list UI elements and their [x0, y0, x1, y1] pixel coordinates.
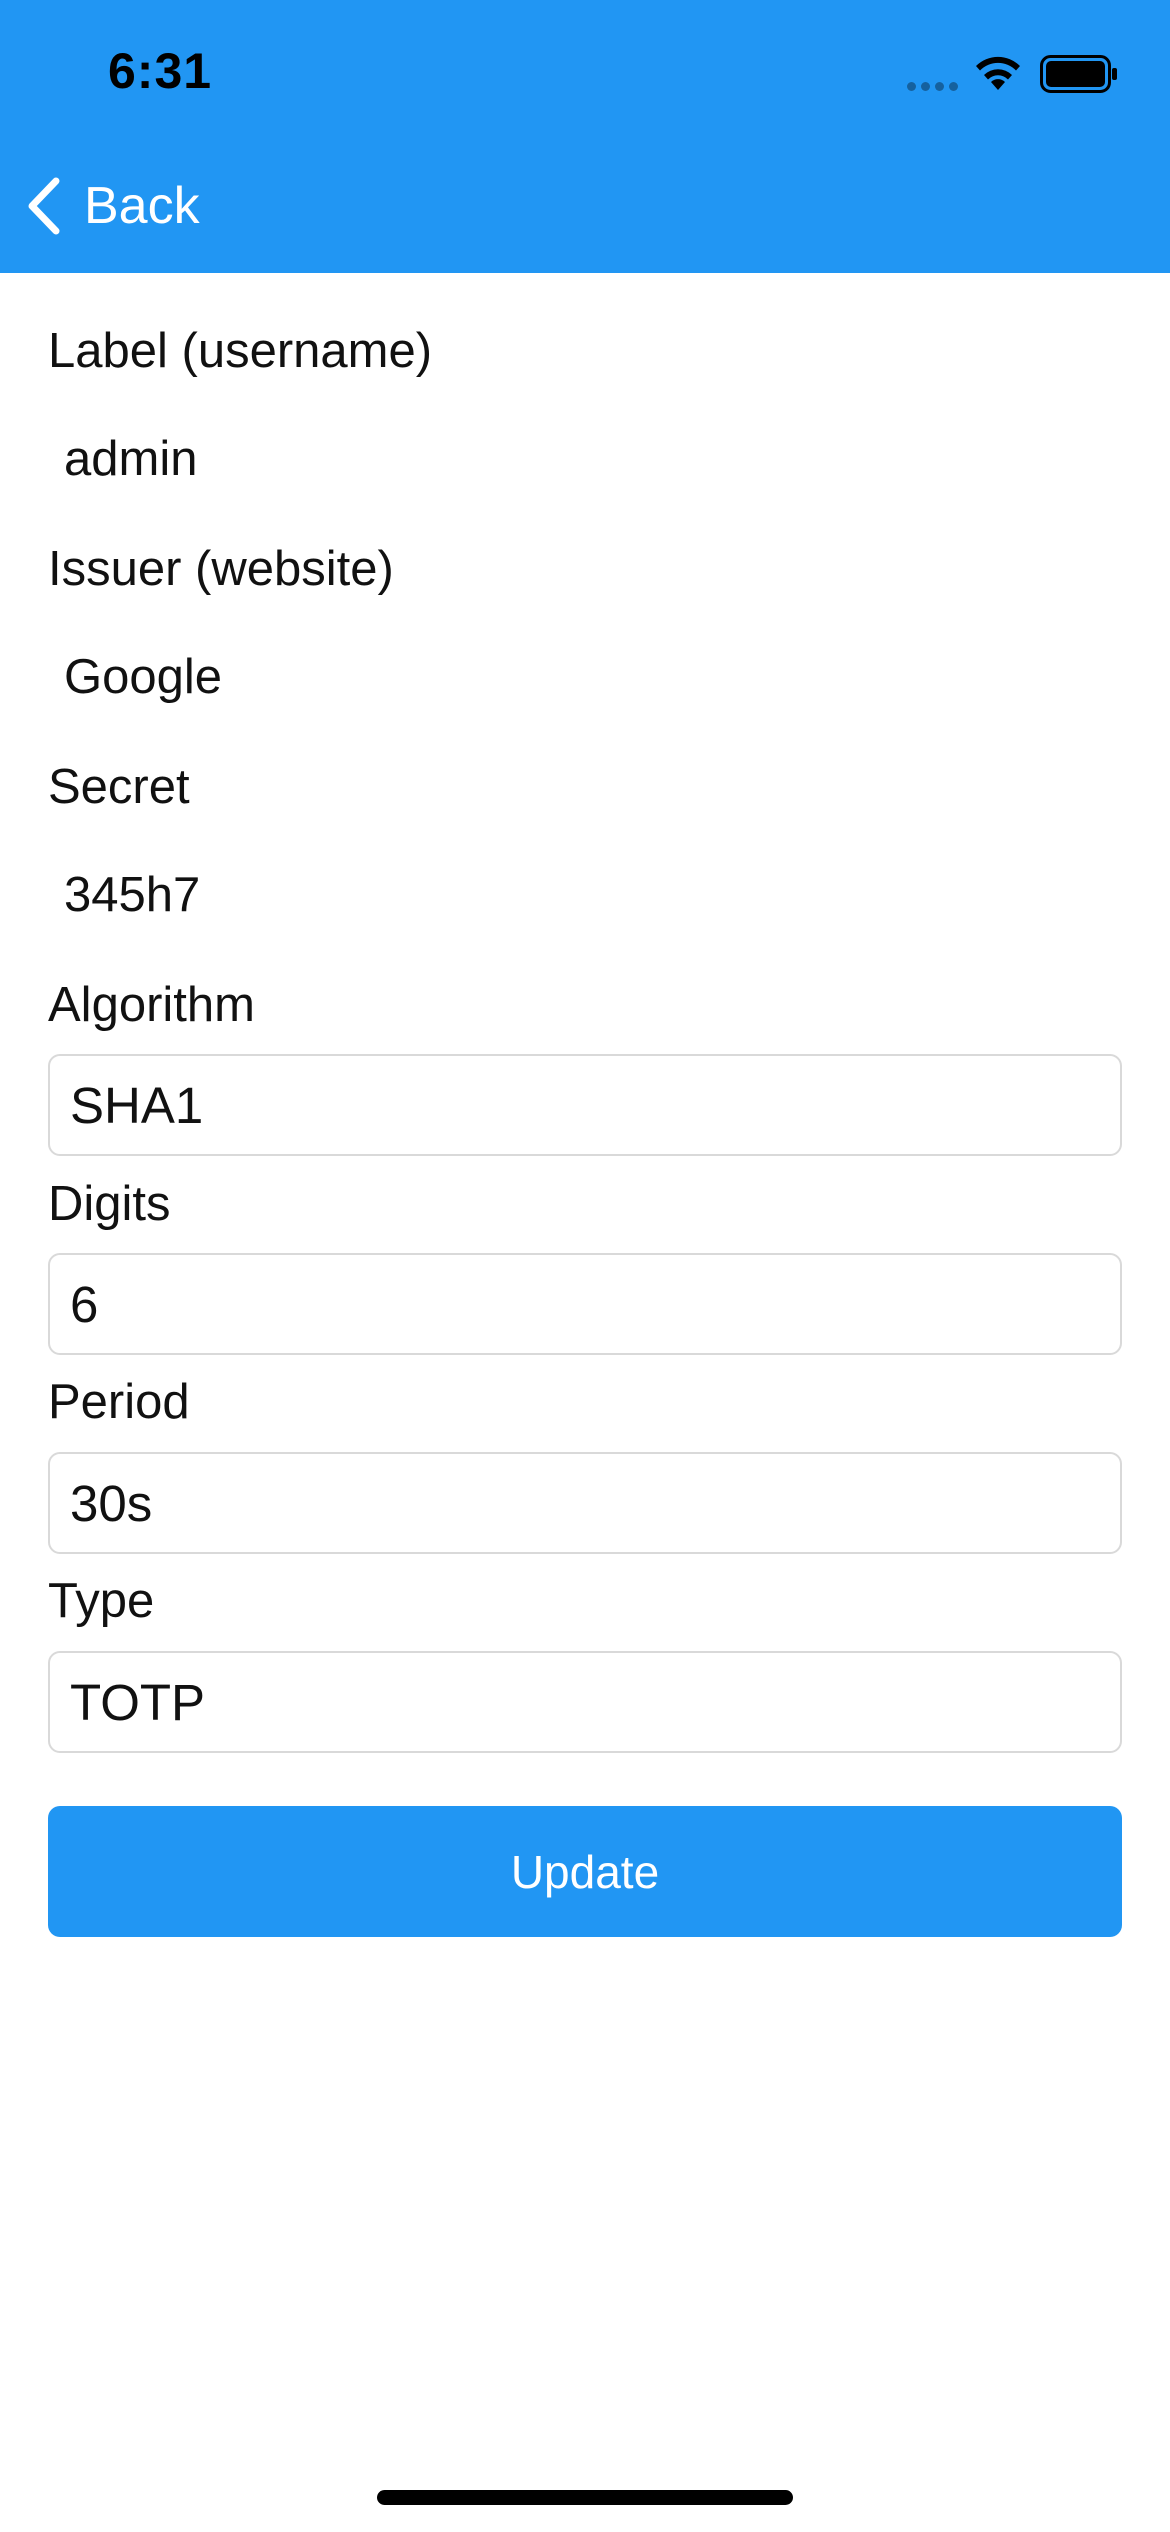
issuer-field-label: Issuer (website): [48, 542, 394, 596]
battery-icon: [1040, 55, 1117, 93]
type-field-value: TOTP: [70, 1673, 206, 1731]
secret-field-value[interactable]: 345h7: [64, 867, 200, 923]
algorithm-field[interactable]: SHA1: [48, 1054, 1122, 1156]
type-field[interactable]: TOTP: [48, 1651, 1122, 1753]
cellular-signal-icon: [907, 82, 959, 92]
digits-field-label: Digits: [48, 1177, 171, 1231]
app-header: 6:31 Back: [0, 0, 1170, 273]
back-label: Back: [84, 177, 200, 235]
type-field-label: Type: [48, 1574, 155, 1628]
period-field-label: Period: [48, 1375, 190, 1429]
wifi-icon: [976, 56, 1020, 90]
label-field-label: Label (username): [48, 324, 433, 378]
update-button[interactable]: Update: [48, 1806, 1122, 1937]
issuer-field-value[interactable]: Google: [64, 649, 222, 705]
digits-field-value: 6: [70, 1275, 99, 1333]
update-button-label: Update: [510, 1845, 660, 1898]
edit-account-screen: 6:31 Back Label (username) admin Issuer …: [0, 0, 1170, 2532]
algorithm-field-label: Algorithm: [48, 978, 255, 1032]
algorithm-field-value: SHA1: [70, 1076, 204, 1134]
label-field-value[interactable]: admin: [64, 431, 197, 487]
period-field[interactable]: 30s: [48, 1452, 1122, 1554]
home-indicator[interactable]: [377, 2490, 793, 2505]
chevron-left-icon: [28, 177, 60, 235]
digits-field[interactable]: 6: [48, 1253, 1122, 1355]
period-field-value: 30s: [70, 1474, 153, 1532]
secret-field-label: Secret: [48, 760, 190, 814]
back-button[interactable]: Back: [20, 170, 200, 242]
status-time: 6:31: [108, 43, 213, 99]
